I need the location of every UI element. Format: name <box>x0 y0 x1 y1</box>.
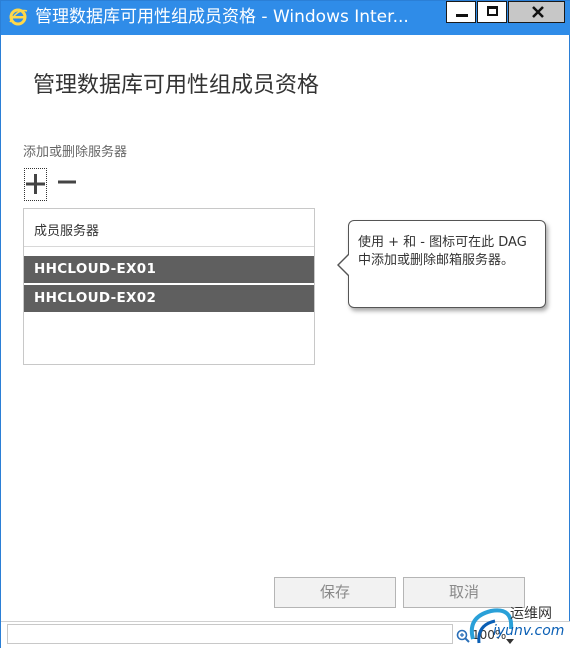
minus-icon <box>56 171 78 197</box>
column-header-member-servers[interactable]: 成员服务器 <box>24 209 314 247</box>
list-item[interactable]: HHCLOUD-EX02 <box>24 285 314 312</box>
page-title: 管理数据库可用性组成员资格 <box>33 73 320 98</box>
callout-pointer-fill <box>339 254 350 276</box>
watermark-logo: 运维网 iyunv.com <box>465 599 570 649</box>
save-button[interactable]: 保存 <box>274 577 396 608</box>
member-server-list[interactable]: 成员服务器 HHCLOUD-EX01 HHCLOUD-EX02 <box>23 208 315 365</box>
plus-icon <box>25 173 46 199</box>
browser-window: 管理数据库可用性组成员资格 - Windows Inter... 管理数据库可用… <box>0 0 570 650</box>
window-title: 管理数据库可用性组成员资格 - Windows Inter... <box>35 7 409 27</box>
watermark-url: iyunv.com <box>493 623 565 639</box>
maximize-button[interactable] <box>477 1 507 23</box>
title-bar[interactable]: 管理数据库可用性组成员资格 - Windows Inter... <box>1 1 570 35</box>
add-server-button[interactable] <box>24 168 47 201</box>
maximize-icon <box>487 6 498 16</box>
internet-explorer-icon <box>8 7 28 27</box>
close-button[interactable] <box>508 1 565 23</box>
callout-text: 使用 + 和 - 图标可在此 DAG 中添加或删除邮箱服务器。 <box>358 235 527 268</box>
status-text-field <box>7 624 453 644</box>
help-callout: 使用 + 和 - 图标可在此 DAG 中添加或删除邮箱服务器。 <box>337 220 546 308</box>
list-item[interactable]: HHCLOUD-EX01 <box>24 256 314 283</box>
servers-section-label: 添加或删除服务器 <box>23 145 128 160</box>
minimize-icon <box>456 14 468 17</box>
close-icon <box>531 4 545 23</box>
remove-server-button[interactable] <box>56 171 78 193</box>
watermark-text: 运维网 <box>510 606 552 622</box>
minimize-button[interactable] <box>446 1 476 23</box>
